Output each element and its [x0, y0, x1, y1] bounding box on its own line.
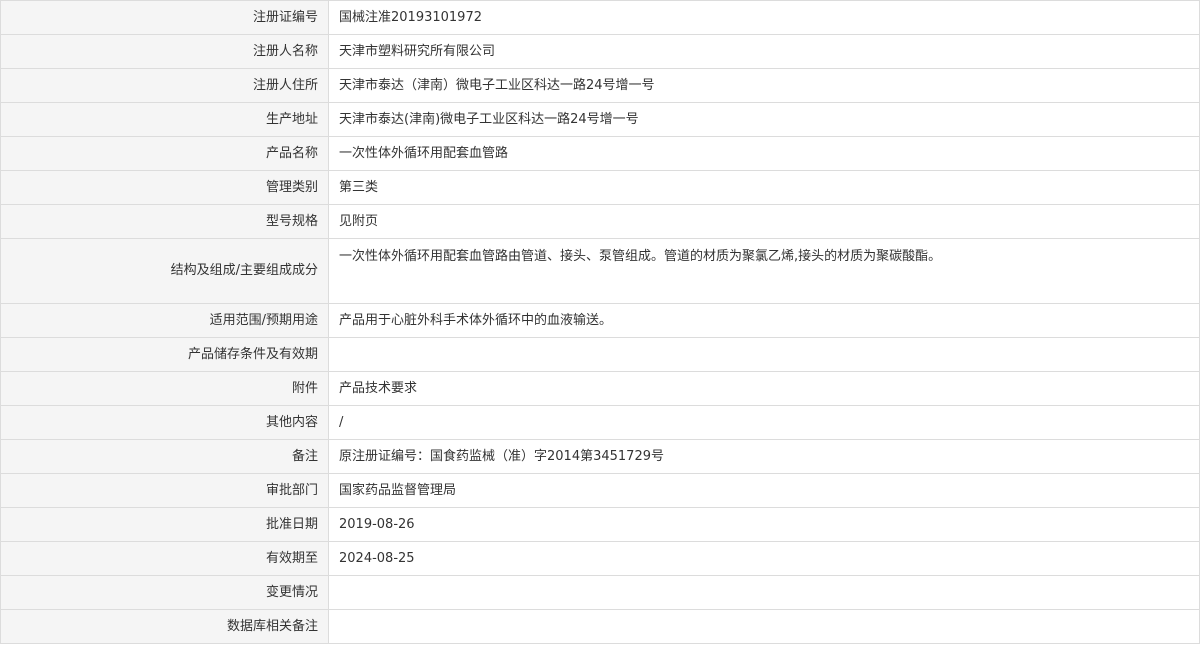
record-row-approval-date: 批准日期 2019-08-26: [0, 507, 1200, 542]
field-value: 天津市泰达（津南）微电子工业区科达一路24号增一号: [328, 68, 1200, 103]
record-row-intended-use: 适用范围/预期用途 产品用于心脏外科手术体外循环中的血液输送。: [0, 303, 1200, 338]
field-value: 见附页: [328, 204, 1200, 239]
record-row-valid-until: 有效期至 2024-08-25: [0, 541, 1200, 576]
field-label: 备注: [0, 439, 329, 474]
field-value: /: [328, 405, 1200, 440]
record-row-change-history: 变更情况: [0, 575, 1200, 610]
field-label: 变更情况: [0, 575, 329, 610]
field-label: 审批部门: [0, 473, 329, 508]
field-label: 注册人名称: [0, 34, 329, 69]
field-label: 型号规格: [0, 204, 329, 239]
field-label: 产品储存条件及有效期: [0, 337, 329, 372]
record-row-registrant-name: 注册人名称 天津市塑料研究所有限公司: [0, 34, 1200, 69]
field-value: 产品技术要求: [328, 371, 1200, 406]
field-label: 批准日期: [0, 507, 329, 542]
field-label: 其他内容: [0, 405, 329, 440]
record-row-other-content: 其他内容 /: [0, 405, 1200, 440]
field-value: 原注册证编号：国食药监械（准）字2014第3451729号: [328, 439, 1200, 474]
record-row-production-address: 生产地址 天津市泰达(津南)微电子工业区科达一路24号增一号: [0, 102, 1200, 137]
registration-record-table: 注册证编号 国械注准20193101972 注册人名称 天津市塑料研究所有限公司…: [0, 0, 1200, 644]
field-value: 第三类: [328, 170, 1200, 205]
record-row-model-spec: 型号规格 见附页: [0, 204, 1200, 239]
field-label: 适用范围/预期用途: [0, 303, 329, 338]
record-row-remarks: 备注 原注册证编号：国食药监械（准）字2014第3451729号: [0, 439, 1200, 474]
field-value: 2019-08-26: [328, 507, 1200, 542]
field-label: 结构及组成/主要组成成分: [0, 238, 329, 304]
field-value: [328, 337, 1200, 372]
field-value: 产品用于心脏外科手术体外循环中的血液输送。: [328, 303, 1200, 338]
record-row-structure-composition: 结构及组成/主要组成成分 一次性体外循环用配套血管路由管道、接头、泵管组成。管道…: [0, 238, 1200, 304]
field-value: 一次性体外循环用配套血管路: [328, 136, 1200, 171]
record-row-product-name: 产品名称 一次性体外循环用配套血管路: [0, 136, 1200, 171]
field-value: [328, 575, 1200, 610]
field-value: 一次性体外循环用配套血管路由管道、接头、泵管组成。管道的材质为聚氯乙烯,接头的材…: [328, 238, 1200, 304]
field-value: [328, 609, 1200, 644]
record-row-registrant-address: 注册人住所 天津市泰达（津南）微电子工业区科达一路24号增一号: [0, 68, 1200, 103]
field-label: 生产地址: [0, 102, 329, 137]
field-value: 2024-08-25: [328, 541, 1200, 576]
record-row-storage-validity: 产品储存条件及有效期: [0, 337, 1200, 372]
record-row-database-notes: 数据库相关备注: [0, 609, 1200, 644]
field-value: 天津市泰达(津南)微电子工业区科达一路24号增一号: [328, 102, 1200, 137]
field-value: 国家药品监督管理局: [328, 473, 1200, 508]
record-row-registration-number: 注册证编号 国械注准20193101972: [0, 0, 1200, 35]
record-row-attachment: 附件 产品技术要求: [0, 371, 1200, 406]
field-value: 天津市塑料研究所有限公司: [328, 34, 1200, 69]
field-label: 产品名称: [0, 136, 329, 171]
field-label: 注册证编号: [0, 0, 329, 35]
field-label: 管理类别: [0, 170, 329, 205]
field-label: 附件: [0, 371, 329, 406]
field-value: 国械注准20193101972: [328, 0, 1200, 35]
field-label: 注册人住所: [0, 68, 329, 103]
field-label: 有效期至: [0, 541, 329, 576]
field-label: 数据库相关备注: [0, 609, 329, 644]
record-row-management-category: 管理类别 第三类: [0, 170, 1200, 205]
record-row-approval-department: 审批部门 国家药品监督管理局: [0, 473, 1200, 508]
